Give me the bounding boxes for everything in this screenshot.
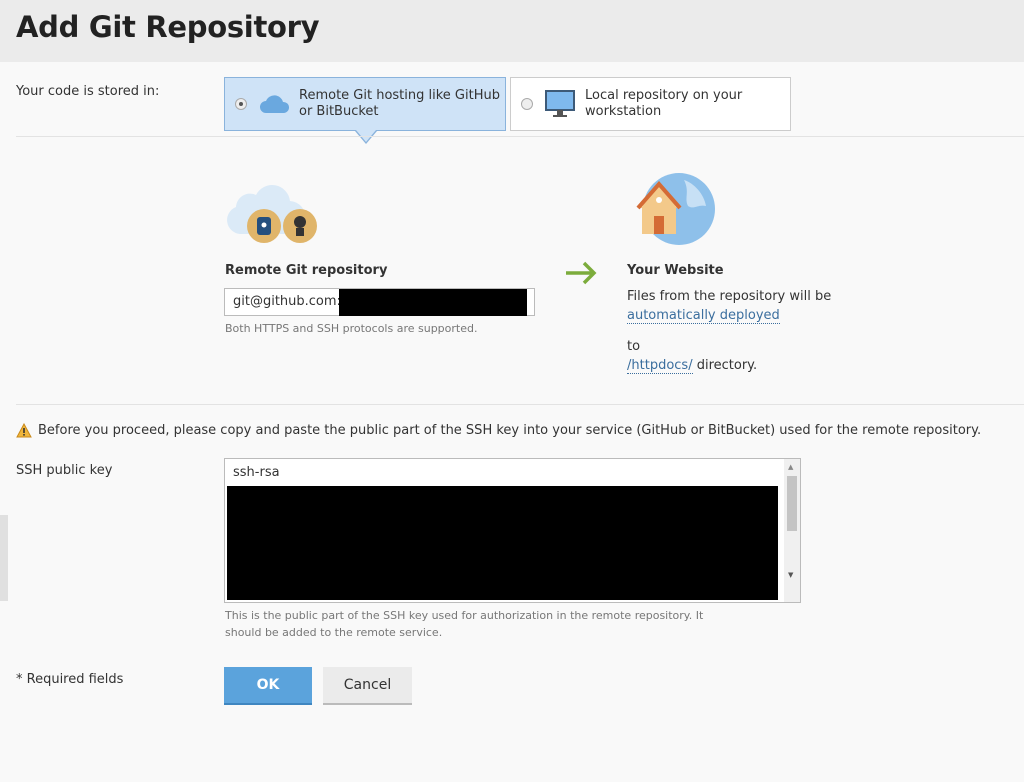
scroll-down-icon[interactable]: ▼ <box>788 571 793 579</box>
monitor-icon <box>545 90 575 117</box>
website-heading: Your Website <box>627 263 724 278</box>
website-line1: Files from the repository will be <box>627 289 832 304</box>
required-note: * Required fields <box>16 672 124 687</box>
option-local-label: Local repository on your workstation <box>585 88 743 119</box>
ok-button[interactable]: OK <box>224 667 312 705</box>
git-hosting-illustration <box>227 185 317 243</box>
ssh-key-value: ssh-rsa <box>233 465 280 480</box>
website-desc: Files from the repository will be automa… <box>627 287 831 375</box>
ssh-warning: Before you proceed, please copy and past… <box>16 423 981 438</box>
remote-heading: Remote Git repository <box>225 263 388 278</box>
remote-url-value: git@github.com: <box>233 294 341 309</box>
divider <box>16 136 1024 137</box>
storage-label: Your code is stored in: <box>16 84 160 99</box>
radio-local[interactable] <box>521 98 533 110</box>
radio-remote[interactable] <box>235 98 247 110</box>
textarea-scrollbar[interactable]: ▲ ▼ <box>784 459 800 602</box>
cloud-icon <box>260 95 290 113</box>
option-remote-label: Remote Git hosting like GitHub or BitBuc… <box>299 88 500 119</box>
divider <box>16 404 1024 405</box>
warning-icon <box>16 423 32 438</box>
arrow-right-icon <box>566 261 597 285</box>
cancel-button[interactable]: Cancel <box>323 667 412 705</box>
sidebar-toggle[interactable] <box>0 515 8 601</box>
page-title: Add Git Repository <box>16 10 320 44</box>
remote-hint: Both HTTPS and SSH protocols are support… <box>225 322 478 335</box>
ssh-label: SSH public key <box>16 463 113 478</box>
option-local[interactable]: Local repository on your workstation <box>510 77 791 131</box>
scroll-up-icon[interactable]: ▲ <box>788 463 793 471</box>
scrollbar-thumb[interactable] <box>787 476 797 531</box>
option-remote[interactable]: Remote Git hosting like GitHub or BitBuc… <box>224 77 506 131</box>
website-to: to <box>627 339 641 354</box>
redacted-url <box>339 289 527 316</box>
ssh-hint: This is the public part of the SSH key u… <box>225 609 704 639</box>
warning-text: Before you proceed, please copy and past… <box>38 423 982 438</box>
website-line2: directory. <box>696 358 758 373</box>
redacted-key <box>227 486 778 600</box>
auto-deploy-link[interactable]: automatically deployed <box>627 308 780 324</box>
httpdocs-link[interactable]: /httpdocs/ <box>627 358 693 374</box>
website-house-icon <box>636 173 715 245</box>
